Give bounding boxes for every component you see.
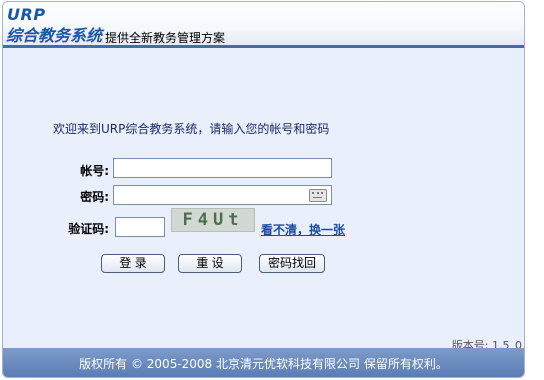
keyboard-icon[interactable] <box>309 189 327 202</box>
captcha-refresh-link[interactable]: 看不清，换一张 <box>261 221 345 238</box>
logo-system-name: 综合教务系统 <box>6 26 103 45</box>
header-banner: URP 综合教务系统 提供全新教务管理方案 <box>3 2 524 46</box>
password-recover-button[interactable]: 密码找回 <box>259 254 325 273</box>
welcome-message: 欢迎来到URP综合教务系统，请输入您的帐号和密码 <box>53 122 330 136</box>
reset-button[interactable]: 重 设 <box>178 254 242 273</box>
captcha-input[interactable] <box>115 217 165 237</box>
password-input[interactable] <box>113 185 332 205</box>
header-tagline: 提供全新教务管理方案 <box>105 31 226 45</box>
password-label: 密码: <box>80 190 109 204</box>
login-button[interactable]: 登 录 <box>101 254 165 273</box>
account-input[interactable] <box>113 158 332 178</box>
login-panel: 欢迎来到URP综合教务系统，请输入您的帐号和密码 帐号: 密码: 验证码: F4… <box>3 48 524 352</box>
copyright-text: 版权所有 © 2005-2008 北京清元优软科技有限公司 保留所有权利。 <box>79 357 448 371</box>
captcha-image[interactable]: F4Ut <box>171 208 255 232</box>
footer-bar: 版权所有 © 2005-2008 北京清元优软科技有限公司 保留所有权利。 <box>3 348 524 377</box>
login-window: URP 综合教务系统 提供全新教务管理方案 欢迎来到URP综合教务系统，请输入您… <box>2 1 525 378</box>
captcha-label: 验证码: <box>68 222 109 236</box>
account-label: 帐号: <box>80 164 109 178</box>
